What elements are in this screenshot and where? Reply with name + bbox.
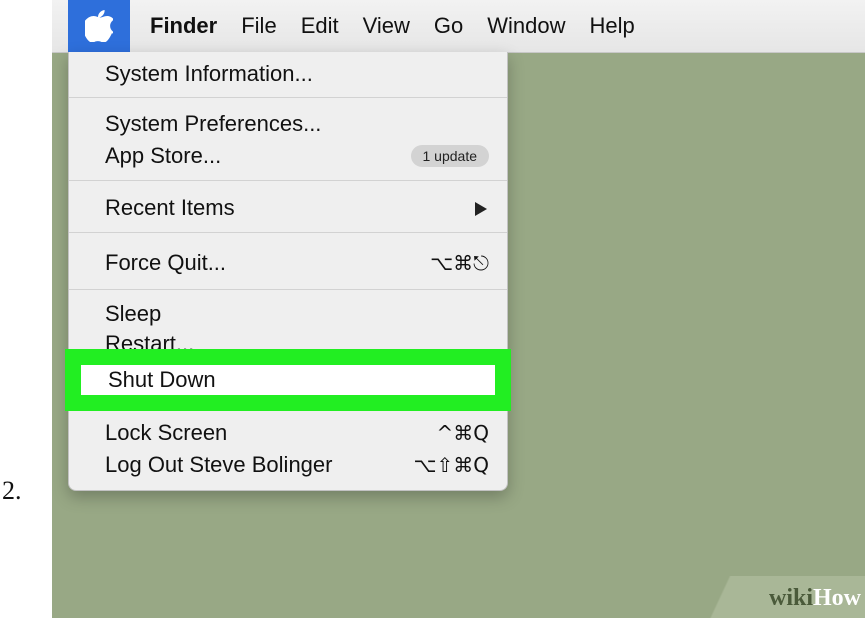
menu-item-shortcut: ^⌘Q bbox=[436, 421, 490, 445]
menu-item-force-quit[interactable]: Force Quit... ⌥⌘⎋ bbox=[69, 247, 507, 279]
update-badge: 1 update bbox=[410, 145, 489, 167]
menubar-edit[interactable]: Edit bbox=[301, 0, 339, 52]
menubar-help[interactable]: Help bbox=[590, 0, 635, 52]
watermark-text: wikiHow bbox=[769, 585, 861, 612]
menu-item-app-store[interactable]: App Store... 1 update bbox=[69, 140, 507, 172]
menubar-finder[interactable]: Finder bbox=[150, 0, 217, 52]
menubar-view[interactable]: View bbox=[363, 0, 410, 52]
menu-item-label: Log Out Steve Bolinger bbox=[105, 452, 333, 477]
menu-item-label: Sleep bbox=[105, 301, 162, 326]
menu-item-label: Lock Screen bbox=[105, 420, 228, 445]
menubar-window[interactable]: Window bbox=[487, 0, 565, 52]
watermark-how: How bbox=[813, 585, 861, 611]
menu-item-sleep[interactable]: Sleep bbox=[69, 298, 507, 330]
shut-down-highlight: Shut Down bbox=[65, 349, 511, 411]
menu-item-shortcut: ⌥⇧⌘Q bbox=[413, 453, 489, 477]
menu-item-label: Shut Down bbox=[108, 367, 216, 392]
menubar-file[interactable]: File bbox=[241, 0, 276, 52]
menu-separator bbox=[69, 180, 507, 181]
apple-icon bbox=[85, 10, 113, 42]
submenu-arrow-icon bbox=[475, 202, 487, 216]
apple-menu-button[interactable] bbox=[68, 0, 130, 52]
menu-item-lock-screen[interactable]: Lock Screen ^⌘Q bbox=[69, 417, 507, 449]
menu-separator bbox=[69, 232, 507, 233]
menu-item-log-out[interactable]: Log Out Steve Bolinger ⌥⇧⌘Q bbox=[69, 449, 507, 481]
menu-item-shut-down[interactable]: Shut Down bbox=[81, 365, 495, 395]
desktop: Finder File Edit View Go Window Help Sys… bbox=[52, 0, 865, 618]
menu-item-label: System Information... bbox=[105, 61, 313, 86]
menu-item-recent-items[interactable]: Recent Items bbox=[69, 192, 507, 224]
apple-dropdown-menu: System Information... System Preferences… bbox=[68, 52, 508, 491]
menubar-go[interactable]: Go bbox=[434, 0, 463, 52]
menu-item-label: System Preferences... bbox=[105, 111, 322, 136]
wikihow-watermark: wikiHow bbox=[695, 576, 865, 618]
menu-item-label: App Store... bbox=[105, 143, 222, 168]
menu-item-system-information[interactable]: System Information... bbox=[69, 58, 507, 90]
menu-bar: Finder File Edit View Go Window Help bbox=[52, 0, 865, 53]
menu-separator bbox=[69, 97, 507, 98]
step-number: 2. bbox=[2, 476, 22, 505]
menu-item-label: Recent Items bbox=[105, 195, 235, 220]
watermark-wiki: wiki bbox=[768, 585, 813, 611]
menu-item-system-preferences[interactable]: System Preferences... bbox=[69, 108, 507, 140]
menu-separator bbox=[69, 289, 507, 290]
menu-item-shortcut: ⌥⌘⎋ bbox=[430, 251, 489, 275]
menu-item-label: Force Quit... bbox=[105, 250, 227, 275]
